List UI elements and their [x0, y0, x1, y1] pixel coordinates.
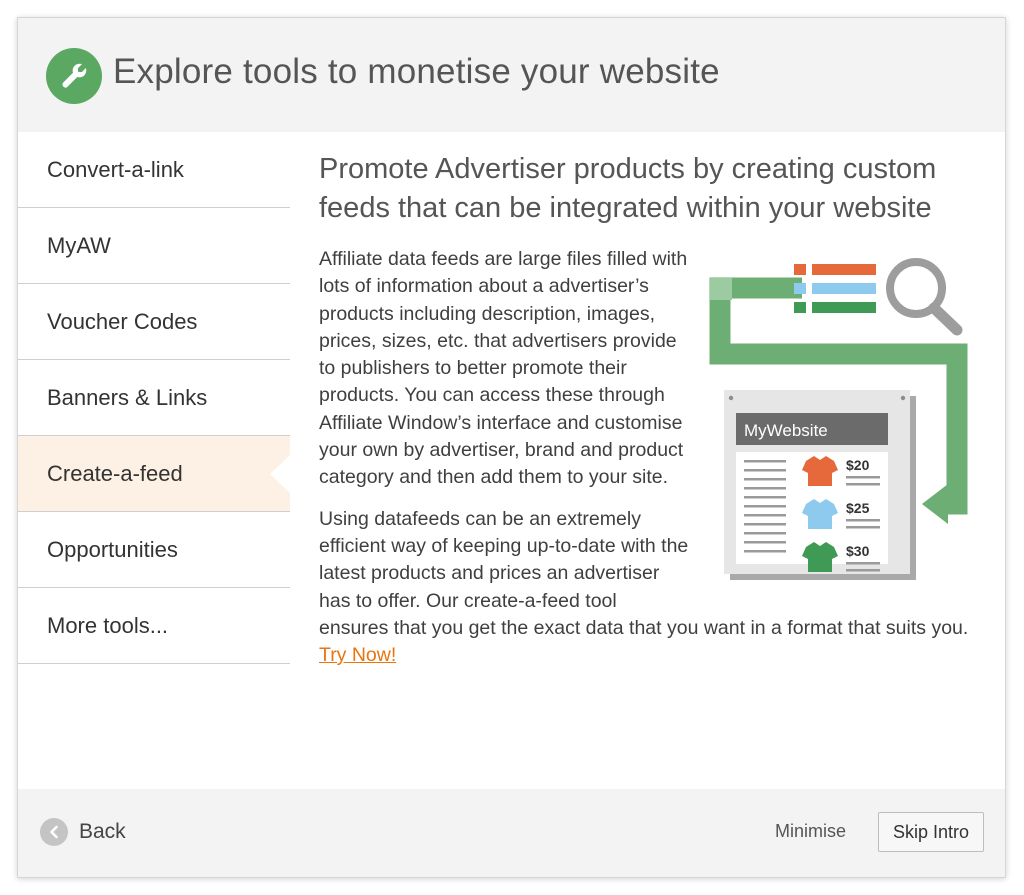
skip-intro-button[interactable]: Skip Intro	[878, 812, 984, 852]
price-label: $25	[846, 500, 870, 516]
content-title: Promote Advertiser products by creating …	[319, 153, 937, 224]
content-panel: Promote Advertiser products by creating …	[319, 132, 984, 669]
minimise-button[interactable]: Minimise	[775, 821, 846, 842]
nav-item-voucher-codes[interactable]: Voucher Codes	[18, 284, 290, 360]
back-label: Back	[79, 820, 126, 843]
nav-item-more-tools[interactable]: More tools...	[18, 588, 290, 664]
dialog-footer: Back Minimise Skip Intro	[18, 789, 1005, 877]
nav-item-myaw[interactable]: MyAW	[18, 208, 290, 284]
intro-dialog: Explore tools to monetise your website C…	[17, 17, 1006, 878]
datafeed-illustration: MyWebsite $20 $25 $30	[702, 248, 992, 588]
magnifier-icon	[886, 258, 963, 336]
website-mockup: MyWebsite $20 $25 $30	[724, 390, 916, 580]
dialog-title: Explore tools to monetise your website	[113, 52, 720, 91]
data-list-icon	[794, 264, 876, 313]
price-label: $20	[846, 457, 870, 473]
wrench-icon	[46, 48, 102, 104]
nav-item-banners-links[interactable]: Banners & Links	[18, 360, 290, 436]
chevron-left-icon	[40, 818, 68, 846]
dialog-header: Explore tools to monetise your website	[18, 18, 1005, 132]
price-label: $30	[846, 543, 870, 559]
nav-item-convert-a-link[interactable]: Convert-a-link	[18, 132, 290, 208]
website-name: MyWebsite	[744, 421, 828, 440]
nav-item-opportunities[interactable]: Opportunities	[18, 512, 290, 588]
arrow-head-icon	[922, 484, 948, 524]
try-now-link[interactable]: Try Now!	[319, 644, 396, 666]
back-button[interactable]: Back	[40, 818, 126, 846]
tool-nav: Convert-a-link MyAW Voucher Codes Banner…	[18, 132, 290, 664]
nav-item-create-a-feed[interactable]: Create-a-feed	[18, 436, 290, 512]
